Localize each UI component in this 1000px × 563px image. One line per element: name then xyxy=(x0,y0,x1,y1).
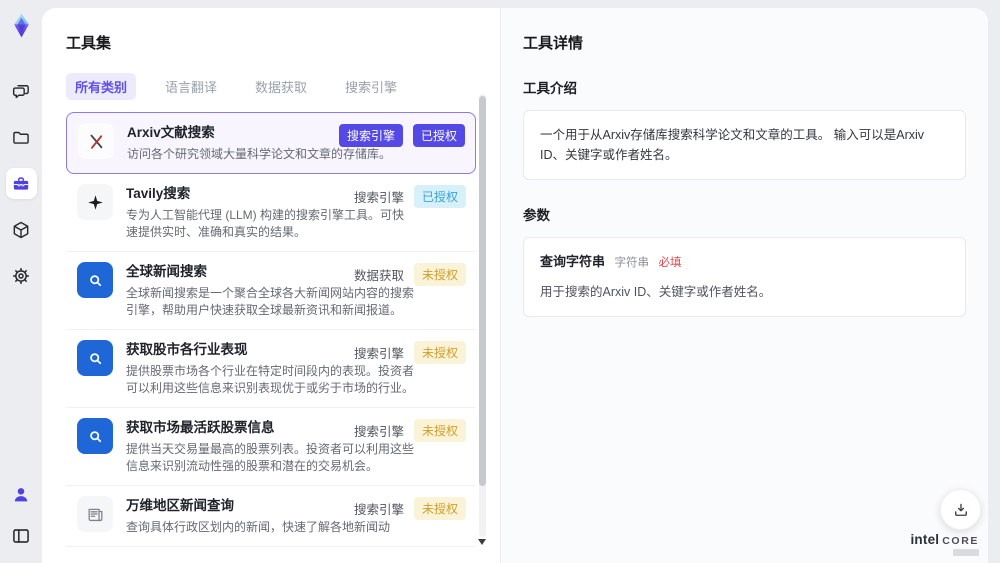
tool-description: 提供股票市场各个行业在特定时间段内的表现。投资者可以利用这些信息来识别表现优于或… xyxy=(126,364,415,395)
package-icon[interactable] xyxy=(6,214,37,245)
tool-description: 访问各个研究领域大量科学论文和文章的存储库。 xyxy=(127,147,392,161)
tool-list: Arxiv文献搜索 访问各个研究领域大量科学论文和文章的存储库。 搜索引擎 已授… xyxy=(66,112,476,547)
tool-description: 专为人工智能代理 (LLM) 构建的搜索引擎工具。可快速提供实时、准确和真实的结… xyxy=(126,208,405,239)
list-item-tavily[interactable]: Tavily搜索 专为人工智能代理 (LLM) 构建的搜索引擎工具。可快速提供实… xyxy=(66,174,476,252)
intel-badge-bar xyxy=(953,549,979,556)
rail-bottom xyxy=(0,479,42,551)
rail-nav xyxy=(0,76,42,291)
core-wordmark: core xyxy=(942,534,979,547)
toolbox-icon[interactable] xyxy=(5,168,37,199)
status-badge: 未授权 xyxy=(413,419,466,442)
news-search-logo-icon xyxy=(77,340,113,376)
category-label: 搜索引擎 xyxy=(353,425,404,439)
status-badge: 未授权 xyxy=(413,341,466,364)
param-type: 字符串 xyxy=(614,257,650,269)
intel-wordmark: intel xyxy=(910,531,940,547)
category-label: 搜索引擎 xyxy=(353,347,404,361)
settings-gear-icon[interactable] xyxy=(6,260,37,291)
param-name: 查询字符串 xyxy=(540,254,606,269)
detail-title: 工具详情 xyxy=(523,35,584,52)
category-label: 搜索引擎 xyxy=(353,191,404,205)
tool-list-pane: 工具集 所有类别 语言翻译 数据获取 搜索引擎 Arxiv文献搜索 访问各个研究… xyxy=(42,8,500,563)
param-required-flag: 必填 xyxy=(658,257,682,269)
status-badge: 已授权 xyxy=(413,185,466,208)
tab-language-translation[interactable]: 语言翻译 xyxy=(156,73,226,100)
scrollbar-track[interactable] xyxy=(479,94,486,537)
param-box: 查询字符串 字符串 必填 用于搜索的Arxiv ID、关键字或作者姓名。 xyxy=(523,237,966,317)
list-item-most-active-stocks[interactable]: 获取市场最活跃股票信息 提供当天交易量最高的股票列表。投资者可以利用这些信息来识… xyxy=(66,408,476,486)
tab-all-categories[interactable]: 所有类别 xyxy=(66,73,137,100)
category-label: 搜索引擎 xyxy=(353,503,404,517)
tool-description: 提供当天交易量最高的股票列表。投资者可以利用这些信息来识别流动性强的股票和潜在的… xyxy=(126,442,415,473)
list-item-arxiv[interactable]: Arxiv文献搜索 访问各个研究领域大量科学论文和文章的存储库。 搜索引擎 已授… xyxy=(66,112,476,174)
chat-icon[interactable] xyxy=(6,76,37,107)
status-badge: 未授权 xyxy=(413,263,466,286)
status-badge: 未授权 xyxy=(413,497,466,520)
list-item-regional-news[interactable]: 万维地区新闻查询 查询具体行政区划内的新闻，快速了解各地新闻动 搜索引擎 未授权 xyxy=(66,486,476,547)
scroll-down-arrow-icon[interactable] xyxy=(478,539,486,545)
intel-core-logo: intel core xyxy=(910,531,979,556)
news-search-logo-icon xyxy=(77,418,113,454)
tool-detail-pane: 工具详情 工具介绍 一个用于从Arxiv存储库搜索科学论文和文章的工具。 输入可… xyxy=(500,8,988,563)
tool-description: 全球新闻搜索是一个聚合全球各大新闻网站内容的搜索引擎，帮助用户快速获取全球最新资… xyxy=(126,286,415,317)
param-description: 用于搜索的Arxiv ID、关键字或作者姓名。 xyxy=(540,284,772,299)
tab-data-fetch[interactable]: 数据获取 xyxy=(246,73,316,100)
param-header: 查询字符串 字符串 必填 xyxy=(540,252,949,273)
intro-section-label: 工具介绍 xyxy=(523,81,577,96)
left-rail xyxy=(0,0,42,563)
status-badge: 已授权 xyxy=(412,124,465,147)
download-button[interactable] xyxy=(940,489,981,530)
panel-toggle-icon[interactable] xyxy=(6,520,37,551)
list-item-sector-performance[interactable]: 获取股市各行业表现 提供股票市场各个行业在特定时间段内的表现。投资者可以利用这些… xyxy=(66,330,476,408)
news-search-logo-icon xyxy=(77,262,113,298)
list-item-global-news[interactable]: 全球新闻搜索 全球新闻搜索是一个聚合全球各大新闻网站内容的搜索引擎，帮助用户快速… xyxy=(66,252,476,330)
folder-icon[interactable] xyxy=(6,122,37,153)
tavily-logo-icon xyxy=(77,184,113,220)
tool-description: 查询具体行政区划内的新闻，快速了解各地新闻动 xyxy=(126,520,391,534)
tool-intro-box: 一个用于从Arxiv存储库搜索科学论文和文章的工具。 输入可以是Arxiv ID… xyxy=(523,110,966,180)
scrollbar-thumb[interactable] xyxy=(479,96,486,486)
category-badge: 搜索引擎 xyxy=(338,124,403,147)
main-card: 工具集 所有类别 语言翻译 数据获取 搜索引擎 Arxiv文献搜索 访问各个研究… xyxy=(42,8,988,563)
user-avatar-icon[interactable] xyxy=(6,479,37,510)
category-tabs: 所有类别 语言翻译 数据获取 搜索引擎 xyxy=(66,73,476,100)
page-title: 工具集 xyxy=(66,35,112,52)
newspaper-icon xyxy=(77,496,113,532)
app-logo-icon[interactable] xyxy=(6,10,36,40)
category-label: 数据获取 xyxy=(353,269,404,283)
arxiv-logo-icon xyxy=(78,123,114,159)
tab-search-engine[interactable]: 搜索引擎 xyxy=(336,73,406,100)
params-section-label: 参数 xyxy=(523,208,550,223)
